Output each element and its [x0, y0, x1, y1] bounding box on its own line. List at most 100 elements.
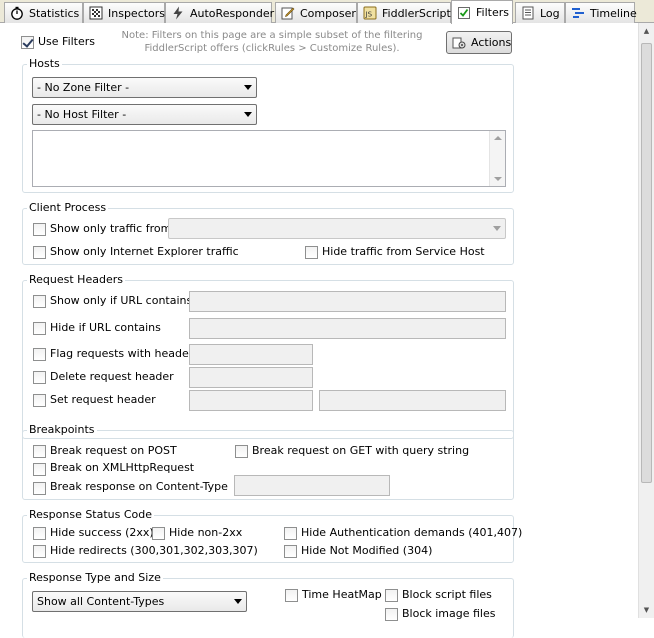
- scrollbar-thumb[interactable]: [641, 43, 652, 483]
- show-only-url-checkbox[interactable]: [33, 295, 46, 308]
- breakpoints-title: Breakpoints: [27, 423, 97, 437]
- break-content-type-label[interactable]: Break response on Content-Type: [50, 480, 228, 494]
- show-only-url-input[interactable]: [189, 291, 506, 312]
- hide-auth-label[interactable]: Hide Authentication demands (401,407): [301, 526, 522, 540]
- vertical-scrollbar[interactable]: ▲ ▼: [638, 23, 654, 618]
- delete-header-input[interactable]: [189, 367, 313, 388]
- process-dropdown[interactable]: [168, 218, 506, 239]
- tab-label: Composer: [300, 6, 356, 20]
- show-only-url-label[interactable]: Show only if URL contains: [50, 294, 192, 308]
- hosts-textarea[interactable]: [32, 130, 506, 187]
- block-image-label[interactable]: Block image files: [402, 607, 496, 621]
- set-header-value-input[interactable]: [319, 390, 506, 411]
- hide-redirects-checkbox[interactable]: [33, 545, 46, 558]
- log-icon: [520, 5, 536, 21]
- flag-requests-checkbox[interactable]: [33, 348, 46, 361]
- break-get-label[interactable]: Break request on GET with query string: [252, 444, 469, 458]
- tab-timeline[interactable]: Timeline: [565, 2, 637, 23]
- hide-success-label[interactable]: Hide success (2xx): [50, 526, 154, 540]
- svg-text:JS: JS: [365, 11, 373, 19]
- chevron-down-icon: [493, 226, 501, 231]
- break-post-label[interactable]: Break request on POST: [50, 444, 177, 458]
- hide-redirects-label[interactable]: Hide redirects (300,301,302,303,307): [50, 544, 258, 558]
- tab-label: Timeline: [590, 6, 637, 20]
- chevron-down-icon: [244, 112, 252, 117]
- filters-panel: Use Filters Note: Filters on this page a…: [0, 23, 638, 638]
- composer-icon: [280, 5, 296, 21]
- content-types-value: Show all Content-Types: [37, 595, 165, 608]
- stopwatch-icon: [9, 5, 25, 21]
- break-xhr-checkbox[interactable]: [33, 463, 46, 476]
- break-xhr-label[interactable]: Break on XMLHttpRequest: [50, 461, 194, 475]
- set-header-checkbox[interactable]: [33, 394, 46, 407]
- hide-success-checkbox[interactable]: [33, 527, 46, 540]
- tab-label: Inspectors: [108, 6, 166, 20]
- scroll-up-icon[interactable]: [494, 136, 502, 140]
- hide-url-checkbox[interactable]: [33, 322, 46, 335]
- tab-label: Statistics: [29, 6, 80, 20]
- break-post-checkbox[interactable]: [33, 445, 46, 458]
- timeline-icon: [570, 5, 586, 21]
- use-filters-label[interactable]: Use Filters: [38, 35, 95, 49]
- hide-not-modified-checkbox[interactable]: [284, 545, 297, 558]
- show-only-ie-checkbox[interactable]: [33, 246, 46, 259]
- tab-composer[interactable]: Composer: [275, 2, 357, 23]
- filters-note: Note: Filters on this page are a simple …: [116, 29, 428, 55]
- block-script-checkbox[interactable]: [385, 589, 398, 602]
- host-filter-value: - No Host Filter -: [37, 108, 127, 121]
- tab-autoresponder[interactable]: AutoResponder: [165, 2, 274, 23]
- hide-service-host-checkbox[interactable]: [305, 246, 318, 259]
- scroll-down-icon[interactable]: ▼: [639, 602, 654, 618]
- block-script-label[interactable]: Block script files: [402, 588, 492, 602]
- inspectors-icon: [88, 5, 104, 21]
- hide-url-input[interactable]: [189, 318, 506, 339]
- set-header-label[interactable]: Set request header: [50, 393, 156, 407]
- tab-label: FiddlerScript: [382, 6, 451, 20]
- delete-header-label[interactable]: Delete request header: [50, 370, 174, 384]
- chevron-down-icon: [234, 599, 242, 604]
- zone-filter-value: - No Zone Filter -: [37, 81, 130, 94]
- scroll-down-icon[interactable]: [494, 177, 502, 181]
- response-status-title: Response Status Code: [27, 508, 155, 522]
- show-only-traffic-from-checkbox[interactable]: [33, 223, 46, 236]
- tab-fiddlerscript[interactable]: JS FiddlerScript: [357, 2, 451, 23]
- hide-service-host-label[interactable]: Hide traffic from Service Host: [322, 245, 485, 259]
- flag-requests-input[interactable]: [189, 344, 313, 365]
- break-get-checkbox[interactable]: [235, 445, 248, 458]
- host-filter-dropdown[interactable]: - No Host Filter -: [32, 104, 257, 125]
- tab-inspectors[interactable]: Inspectors: [83, 2, 165, 23]
- break-content-type-checkbox[interactable]: [33, 482, 46, 495]
- script-icon: JS: [362, 5, 378, 21]
- note-line-1: Note: Filters on this page are a simple …: [121, 30, 423, 41]
- flag-requests-label[interactable]: Flag requests with header: [50, 347, 193, 361]
- set-header-name-input[interactable]: [189, 390, 313, 411]
- hide-not-modified-label[interactable]: Hide Not Modified (304): [301, 544, 432, 558]
- time-heatmap-checkbox[interactable]: [285, 589, 298, 602]
- hosts-title: Hosts: [27, 57, 62, 71]
- break-content-type-input[interactable]: [234, 475, 390, 496]
- time-heatmap-label[interactable]: Time HeatMap: [302, 588, 382, 602]
- tab-label: Log: [540, 6, 560, 20]
- use-filters-checkbox[interactable]: [21, 36, 34, 49]
- zone-filter-dropdown[interactable]: - No Zone Filter -: [32, 77, 257, 98]
- hide-url-label[interactable]: Hide if URL contains: [50, 321, 161, 335]
- note-line-2: FiddlerScript offers (clickRules > Custo…: [144, 43, 400, 54]
- actions-label: Actions: [471, 36, 512, 49]
- content-types-dropdown[interactable]: Show all Content-Types: [32, 591, 247, 612]
- block-image-checkbox[interactable]: [385, 608, 398, 621]
- delete-header-checkbox[interactable]: [33, 371, 46, 384]
- lightning-icon: [170, 5, 186, 21]
- response-type-title: Response Type and Size: [27, 571, 163, 585]
- request-headers-title: Request Headers: [27, 273, 125, 287]
- hide-non2xx-checkbox[interactable]: [152, 527, 165, 540]
- show-only-ie-label[interactable]: Show only Internet Explorer traffic: [50, 245, 239, 259]
- tab-statistics[interactable]: Statistics: [4, 2, 83, 23]
- tab-filters[interactable]: Filters: [451, 0, 513, 24]
- hosts-scrollbar[interactable]: [489, 131, 505, 186]
- hide-non2xx-label[interactable]: Hide non-2xx: [169, 526, 242, 540]
- show-only-traffic-from-label[interactable]: Show only traffic from: [50, 222, 171, 236]
- tab-log[interactable]: Log: [515, 2, 565, 23]
- hide-auth-checkbox[interactable]: [284, 527, 297, 540]
- actions-button[interactable]: Actions: [446, 31, 512, 54]
- scroll-up-icon[interactable]: ▲: [639, 23, 654, 39]
